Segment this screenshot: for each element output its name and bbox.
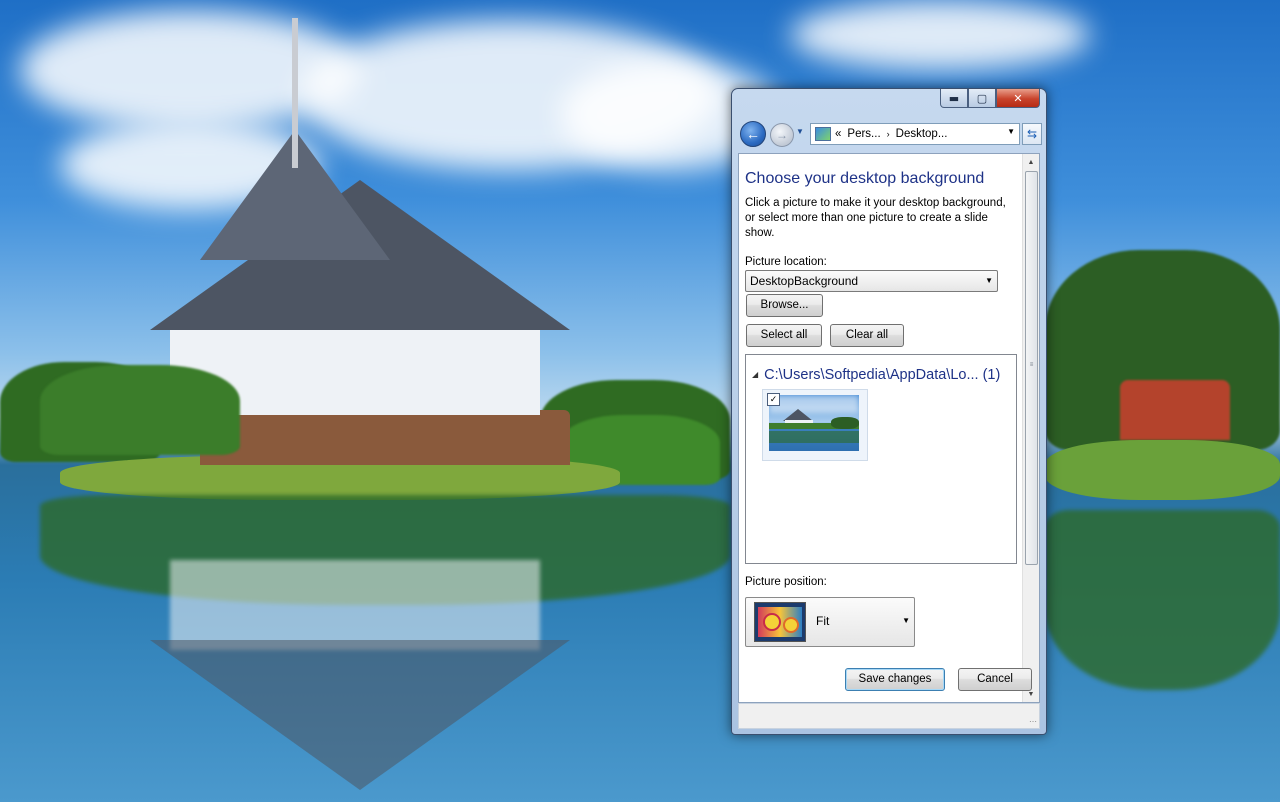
picture-location-label: Picture location: (745, 256, 827, 268)
address-overflow[interactable]: « (835, 128, 841, 140)
temple-roof-reflection (150, 640, 570, 790)
grass (1045, 440, 1280, 500)
cloud (790, 0, 1090, 70)
picture-position-value: Fit (816, 614, 830, 628)
navigation-bar: ← → ▼ « Pers... › Desktop... ▼ ⇆ (740, 121, 1042, 147)
status-bar: ⋯ (738, 703, 1040, 729)
resize-grip-icon[interactable]: ⋯ (1029, 717, 1037, 726)
control-panel-icon (815, 127, 831, 141)
browse-button[interactable]: Browse... (746, 294, 823, 317)
page-description: Click a picture to make it your desktop … (745, 197, 1006, 239)
chevron-down-icon[interactable]: ▼ (1007, 127, 1015, 136)
grip-icon: ≡ (1029, 362, 1034, 368)
cancel-button[interactable]: Cancel (958, 668, 1032, 691)
trees (40, 365, 240, 455)
picture-location-value: DesktopBackground (750, 274, 859, 288)
temple-reflection (170, 560, 540, 650)
wallpaper-thumbnail[interactable]: ✓ (762, 389, 868, 461)
chevron-down-icon: ▼ (902, 616, 910, 625)
forward-button[interactable]: → (770, 123, 794, 147)
breadcrumb-personalization[interactable]: Pers... (847, 128, 880, 140)
arrow-left-icon: ← (746, 126, 760, 142)
wallpaper-thumbnail-image (769, 395, 859, 451)
maximize-icon: ▢ (976, 91, 988, 105)
scroll-up-icon[interactable]: ▲ (1023, 154, 1039, 170)
save-changes-button[interactable]: Save changes (845, 668, 945, 691)
scrollbar-thumb[interactable]: ≡ (1025, 171, 1038, 565)
temple-spire (292, 18, 298, 168)
minimize-button[interactable]: ▬ (940, 89, 968, 108)
collapse-triangle-icon[interactable]: ◢ (752, 370, 758, 379)
folder-group-header[interactable]: ◢ C:\Users\Softpedia\AppData\Lo... (1) (752, 367, 1000, 383)
clear-all-button[interactable]: Clear all (830, 324, 904, 347)
picture-list[interactable]: ◢ C:\Users\Softpedia\AppData\Lo... (1) ✓ (745, 354, 1017, 564)
maximize-button[interactable]: ▢ (968, 89, 996, 108)
breadcrumb-separator-icon[interactable]: › (887, 129, 890, 139)
close-icon: ✕ (1013, 91, 1023, 105)
minimize-icon: ▬ (948, 91, 960, 105)
folder-count: (1) (982, 367, 1001, 383)
recent-pages-dropdown[interactable]: ▼ (796, 127, 804, 136)
chevron-down-icon: ▼ (985, 276, 993, 285)
pavilion (1120, 380, 1230, 440)
back-button[interactable]: ← (740, 121, 766, 147)
close-button[interactable]: ✕ (996, 89, 1040, 108)
desktop-background-window: ▬ ▢ ✕ ← → ▼ « Pers... › Desktop... ▼ ⇆ C… (731, 88, 1047, 735)
chevron-down-icon: ▼ (796, 127, 804, 136)
picture-position-select[interactable]: Fit ▼ (745, 597, 915, 647)
arrow-right-icon: → (776, 128, 788, 142)
fit-preview-icon (754, 602, 806, 642)
folder-path: C:\Users\Softpedia\AppData\Lo... (764, 367, 979, 383)
breadcrumb-desktop-background[interactable]: Desktop... (896, 128, 948, 140)
picture-location-select[interactable]: DesktopBackground ▼ (745, 270, 998, 292)
vertical-scrollbar[interactable]: ▲ ≡ ▼ (1022, 154, 1039, 702)
temple-base (200, 410, 570, 465)
page-title: Choose your desktop background (745, 170, 985, 187)
refresh-button[interactable]: ⇆ (1022, 123, 1042, 145)
trees-reflection (1045, 510, 1280, 690)
address-bar[interactable]: « Pers... › Desktop... ▼ (810, 123, 1020, 145)
picture-position-label: Picture position: (745, 576, 827, 588)
content-pane: Choose your desktop background Click a p… (738, 153, 1040, 703)
caption-buttons: ▬ ▢ ✕ (940, 89, 1040, 108)
thumbnail-checkbox[interactable]: ✓ (767, 393, 780, 406)
refresh-icon: ⇆ (1026, 127, 1038, 141)
select-all-button[interactable]: Select all (746, 324, 822, 347)
desktop-wallpaper (0, 0, 1280, 802)
